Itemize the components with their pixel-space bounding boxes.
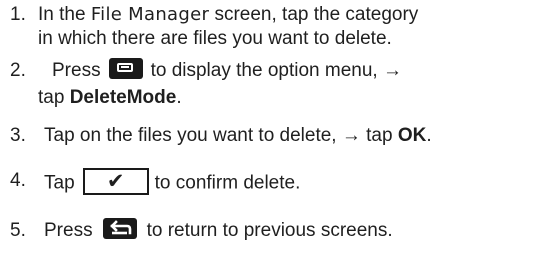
menu-key-icon [108,58,143,80]
step-1-line-1: In the File Manager screen, tap the cate… [38,4,418,26]
step-number: 1. [10,4,26,25]
step-number: 5. [10,220,26,241]
step-text: to display the option menu, → [150,60,402,81]
checkmark-button-icon: ✔ [82,168,149,195]
back-key-icon [102,218,137,240]
step-text: to confirm delete. [154,172,301,194]
step-5-line: Press to return to previous screens. [44,218,393,242]
step-1-line-2: in which there are files you want to del… [38,28,392,50]
step-text: in which there are files you want to del… [38,28,392,49]
step-text: In the [38,4,91,25]
step-number: 2. [10,60,26,81]
step-4-line: Tap ✔ to confirm delete. [44,168,301,197]
step-text: to return to previous screens. [146,220,393,241]
step-2-line-1: Press to display the option menu, → [52,58,402,82]
step-text: . [176,87,182,108]
step-text: Tap on the files you want to delete, → t… [44,125,398,146]
step-text: . [426,125,432,146]
step-2-line-2: tap DeleteMode. [38,87,182,109]
deletemode-label: DeleteMode [69,87,177,108]
step-text: Press [44,220,93,241]
step-text: Tap [44,172,75,194]
step-text: tap [38,87,70,108]
step-text: screen, tap the category [209,4,419,25]
step-3-line: Tap on the files you want to delete, → t… [44,125,432,147]
app-name-file-manager: File Manager [90,4,210,25]
step-number: 4. [10,170,26,191]
ok-label: OK [397,125,427,146]
step-number: 3. [10,125,26,146]
step-text: Press [52,60,101,81]
instruction-steps: 1. In the File Manager screen, tap the c… [0,0,540,257]
